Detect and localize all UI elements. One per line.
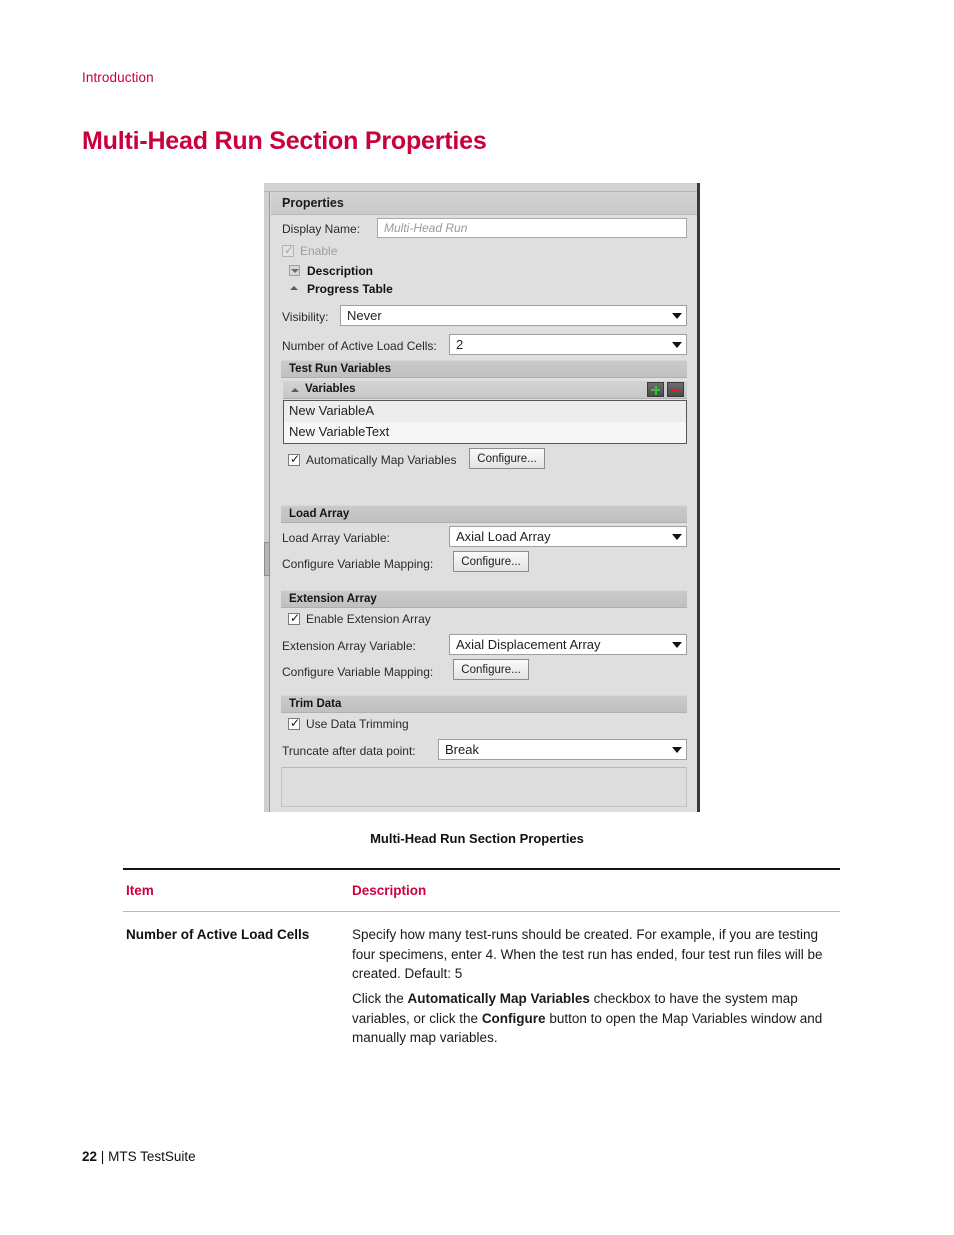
enable-label: Enable	[300, 244, 338, 258]
progress-table-expand-toggle[interactable]	[290, 284, 299, 293]
properties-panel: Properties Display Name: Multi-Head Run …	[271, 192, 697, 812]
load-array-configure-button[interactable]: Configure...	[453, 551, 529, 572]
page-footer: 22 | MTS TestSuite	[82, 1149, 196, 1164]
paragraph-2-bold-configure: Configure	[481, 1010, 546, 1026]
variables-listbox[interactable]: New VariableA New VariableText	[283, 400, 687, 444]
visibility-label: Visibility:	[282, 310, 329, 324]
load-array-configure-button-label: Configure...	[461, 556, 521, 568]
auto-map-variables-label: Automatically Map Variables	[306, 453, 457, 467]
panel-empty-area	[281, 767, 687, 807]
figure-caption: Multi-Head Run Section Properties	[370, 831, 584, 846]
description-label: Description	[307, 264, 374, 278]
remove-variable-button[interactable]	[667, 382, 684, 397]
chevron-down-icon	[672, 642, 682, 648]
minus-icon	[671, 389, 680, 391]
document-page: Introduction Multi-Head Run Section Prop…	[0, 0, 954, 1235]
extension-array-variable-dropdown[interactable]: Axial Displacement Array	[449, 634, 687, 655]
visibility-dropdown[interactable]: Never	[340, 305, 687, 326]
paragraph-2-text-a: Click the	[352, 991, 408, 1006]
load-array-variable-label: Load Array Variable:	[282, 531, 390, 545]
configure-variables-button-label: Configure...	[477, 453, 537, 465]
list-item[interactable]: New VariableText	[284, 422, 686, 443]
table-header-rule	[123, 911, 840, 912]
trim-data-section-header: Trim Data	[281, 695, 687, 713]
truncate-after-dropdown[interactable]: Break	[438, 739, 687, 760]
chevron-up-icon	[291, 388, 299, 392]
display-name-value: Multi-Head Run	[384, 221, 468, 235]
chevron-up-icon	[290, 286, 298, 290]
properties-panel-header: Properties	[271, 192, 697, 215]
use-data-trimming-checkbox[interactable]: ✓	[288, 716, 301, 730]
configure-variables-button[interactable]: Configure...	[469, 448, 545, 469]
table-cell-item: Number of Active Load Cells	[126, 927, 310, 942]
chevron-down-icon	[672, 342, 682, 348]
enable-extension-array-checkbox[interactable]: ✓	[288, 611, 301, 625]
add-variable-button[interactable]	[647, 382, 664, 397]
chevron-down-icon	[672, 534, 682, 540]
active-load-cells-value: 2	[456, 337, 464, 352]
load-array-variable-dropdown[interactable]: Axial Load Array	[449, 526, 687, 547]
paragraph-2-bold-auto-map: Automatically Map Variables	[407, 991, 590, 1006]
variables-subsection-header: Variables	[283, 381, 687, 399]
extension-array-configure-button-label: Configure...	[461, 664, 521, 676]
display-name-label: Display Name:	[282, 222, 361, 236]
table-cell-description-paragraph-2: Click the Automatically Map Variables ch…	[352, 989, 842, 1048]
table-cell-description-paragraph-1: Specify how many test-runs should be cre…	[352, 927, 823, 981]
list-item[interactable]: New VariableA	[284, 401, 686, 422]
checkmark-icon: ✓	[290, 611, 301, 625]
extension-array-variable-label: Extension Array Variable:	[282, 639, 416, 653]
truncate-after-label: Truncate after data point:	[282, 744, 416, 758]
enable-checkbox[interactable]: ✓	[282, 243, 295, 257]
page-title: Multi-Head Run Section Properties	[82, 127, 487, 155]
progress-table-label: Progress Table	[307, 282, 393, 296]
chevron-down-icon	[672, 747, 682, 753]
table-header-item: Item	[126, 883, 154, 898]
use-data-trimming-label: Use Data Trimming	[306, 717, 409, 731]
truncate-after-value: Break	[445, 742, 479, 757]
footer-page-number: 22	[82, 1149, 98, 1164]
description-collapse-toggle[interactable]	[289, 265, 300, 276]
active-load-cells-label: Number of Active Load Cells:	[282, 339, 437, 353]
test-run-variables-section-header: Test Run Variables	[281, 360, 687, 378]
checkmark-icon: ✓	[290, 452, 301, 466]
visibility-value: Never	[347, 308, 382, 323]
trim-data-label: Trim Data	[289, 698, 342, 710]
chevron-down-icon	[672, 313, 682, 319]
load-array-mapping-label: Configure Variable Mapping:	[282, 557, 434, 571]
properties-header-label: Properties	[282, 196, 344, 210]
load-array-section-header: Load Array	[281, 505, 687, 523]
plus-icon-stem	[654, 385, 657, 395]
footer-product-name: MTS TestSuite	[108, 1149, 196, 1164]
running-head: Introduction	[82, 70, 154, 85]
load-array-label: Load Array	[289, 508, 350, 520]
extension-array-configure-button[interactable]: Configure...	[453, 659, 529, 680]
vertical-scrollbar[interactable]	[264, 192, 270, 812]
variables-label: Variables	[305, 383, 356, 395]
properties-panel-figure: Properties Display Name: Multi-Head Run …	[264, 183, 700, 812]
table-top-rule	[123, 868, 840, 870]
extension-array-label: Extension Array	[289, 593, 377, 605]
scrollbar-thumb[interactable]	[264, 542, 270, 576]
figure-top-strip	[264, 183, 697, 192]
extension-array-variable-value: Axial Displacement Array	[456, 637, 601, 652]
checkmark-icon: ✓	[284, 243, 295, 257]
display-name-input[interactable]: Multi-Head Run	[377, 218, 687, 238]
table-header-description: Description	[352, 883, 427, 898]
variables-expand-toggle[interactable]	[291, 386, 300, 395]
enable-extension-array-label: Enable Extension Array	[306, 612, 431, 626]
extension-array-mapping-label: Configure Variable Mapping:	[282, 665, 434, 679]
checkmark-icon: ✓	[290, 716, 301, 730]
test-run-variables-label: Test Run Variables	[289, 363, 392, 375]
extension-array-section-header: Extension Array	[281, 590, 687, 608]
active-load-cells-dropdown[interactable]: 2	[449, 334, 687, 355]
load-array-variable-value: Axial Load Array	[456, 529, 551, 544]
chevron-down-icon	[291, 268, 299, 273]
auto-map-variables-checkbox[interactable]: ✓	[288, 452, 301, 466]
